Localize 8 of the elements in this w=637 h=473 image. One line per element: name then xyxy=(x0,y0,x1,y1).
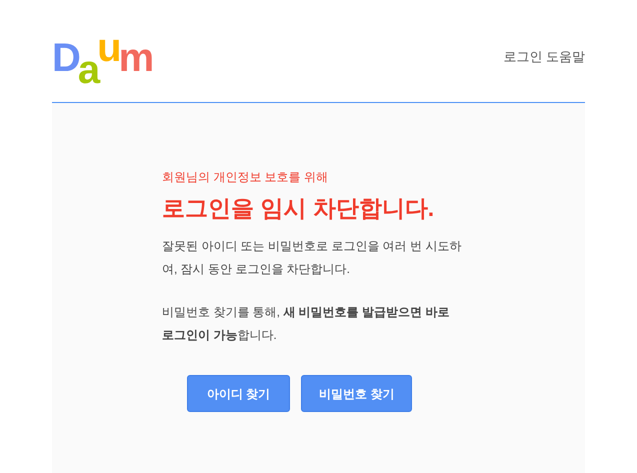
notice-paragraph: 잘못된 아이디 또는 비밀번호로 로그인을 여러 번 시도하여, 잠시 동안 로그인을 차단합니다. xyxy=(162,238,462,278)
notice-subtitle: 회원님의 개인정보 보호를 위해 xyxy=(162,169,330,185)
logo[interactable]: Daum xyxy=(52,30,152,82)
find-button[interactable]: 비밀번호 찾기 xyxy=(301,375,412,412)
notice-paragraph: 비밀번호 찾기를 통해, 새 비밀번호를 발급받으면 바로 로그인이 가능합니다. xyxy=(162,304,450,344)
login-help-link[interactable]: 로그인 도움말 xyxy=(503,47,585,66)
notice-title: 로그인을 임시 차단합니다. xyxy=(162,194,436,223)
find-button[interactable]: 아이디 찾기 xyxy=(187,375,290,412)
